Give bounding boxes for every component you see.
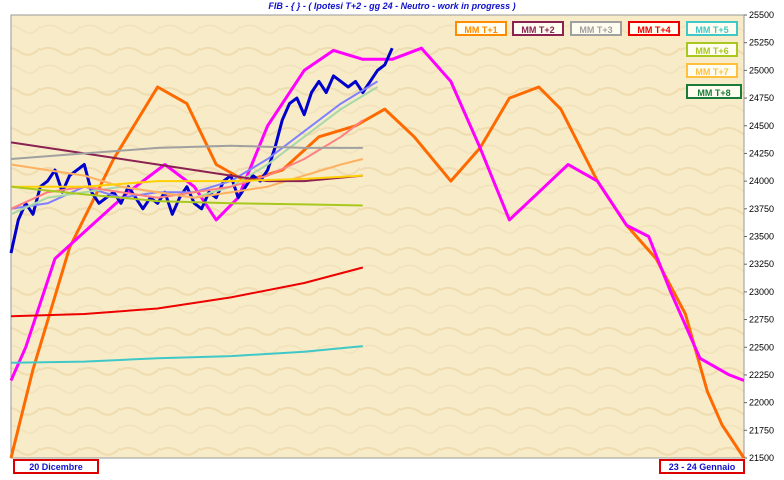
y-tick-label: 22750	[749, 315, 774, 325]
y-tick-label: 23250	[749, 259, 774, 269]
legend-entry: MM T+5	[686, 21, 738, 36]
y-tick-label: 24250	[749, 148, 774, 158]
legend-entry: MM T+1	[455, 21, 507, 36]
y-tick-label: 25250	[749, 38, 774, 48]
y-tick-label: 21750	[749, 425, 774, 435]
chart-svg: 21500 21750 22000 22250 22500 22750 23000 23250…	[9, 10, 774, 463]
legend-entry: MM T+4	[628, 21, 680, 36]
x-start-label: 20 Dicembre	[13, 459, 99, 474]
y-tick-label: 24750	[749, 93, 774, 103]
legend-entry: MM T+2	[512, 21, 564, 36]
legend-entry: MM T+7	[686, 63, 738, 78]
y-tick-label: 23750	[749, 204, 774, 214]
y-tick-label: 25000	[749, 65, 774, 75]
chart-title: FIB - { } - ( Ipotesi T+2 - gg 24 - Neut…	[268, 1, 516, 11]
y-tick-label: 24000	[749, 176, 774, 186]
legend-entry: MM T+6	[686, 42, 738, 57]
y-tick-label: 25500	[749, 10, 774, 20]
y-tick-label: 22000	[749, 398, 774, 408]
y-tick-label: 22250	[749, 370, 774, 380]
chart-stage: 21500 21750 22000 22250 22500 22750 23000 23250…	[0, 0, 784, 480]
y-tick-label: 23000	[749, 287, 774, 297]
y-tick-label: 24500	[749, 121, 774, 131]
x-end-label: 23 - 24 Gennaio	[659, 459, 745, 474]
y-tick-label: 21500	[749, 453, 774, 463]
legend-entry: MM T+8	[686, 84, 742, 99]
y-tick-label: 23500	[749, 232, 774, 242]
legend-entry: MM T+3	[570, 21, 622, 36]
y-tick-label: 22500	[749, 342, 774, 352]
